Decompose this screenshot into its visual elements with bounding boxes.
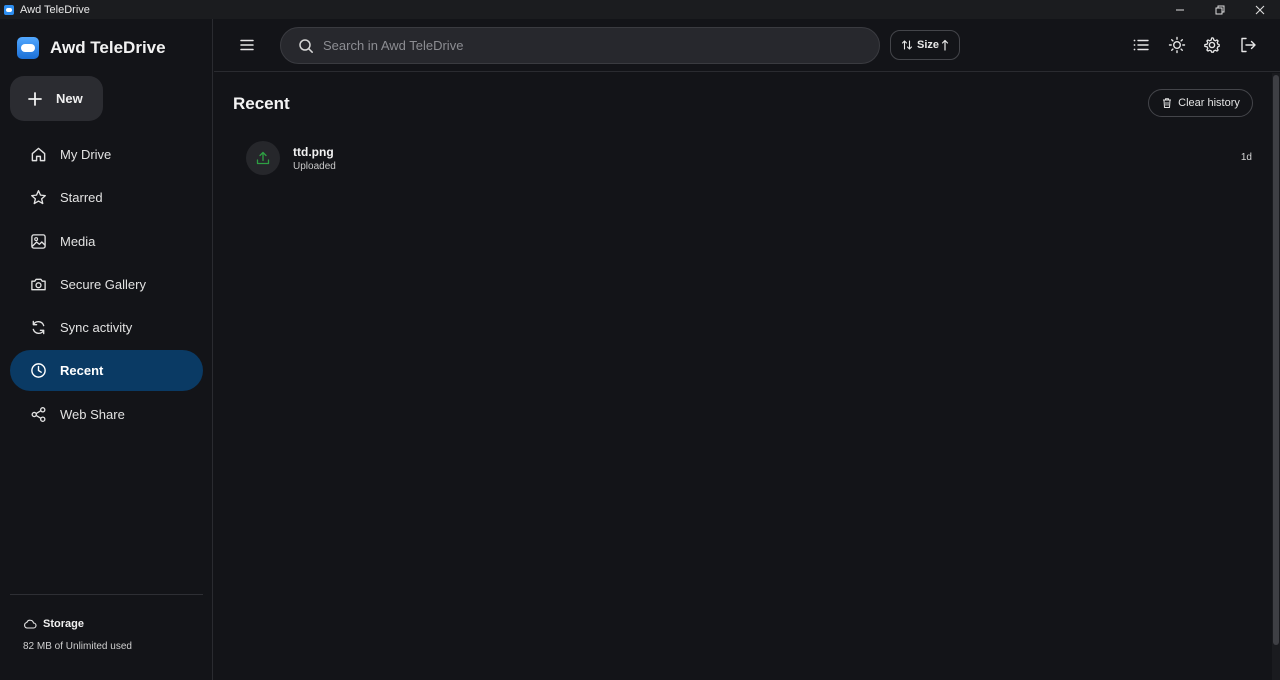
sidebar-item-label: Media	[60, 233, 96, 249]
restore-icon	[1215, 5, 1225, 14]
theme-toggle-button[interactable]	[1168, 36, 1186, 54]
logout-icon	[1240, 37, 1256, 53]
clear-history-label: Clear history	[1178, 97, 1240, 109]
brand-logo-icon	[17, 37, 39, 59]
storage-info: Storage 82 MB of Unlimited used	[23, 617, 132, 652]
search-bar[interactable]	[280, 27, 880, 64]
list-item-text: ttd.png Uploaded	[293, 145, 336, 172]
logout-button[interactable]	[1239, 36, 1257, 54]
top-bar: Size	[214, 19, 1280, 72]
sidebar-item-starred[interactable]: Starred	[10, 177, 203, 218]
app-icon	[4, 4, 14, 15]
settings-icon	[1204, 37, 1220, 53]
restore-button[interactable]	[1200, 0, 1240, 19]
arrow-up-icon	[941, 39, 949, 51]
minimize-button[interactable]	[1160, 0, 1200, 19]
home-icon	[31, 147, 46, 162]
sidebar-item-label: Web Share	[60, 406, 125, 422]
main-content: Recent Clear history ttd.png Uploaded 1d	[214, 73, 1272, 680]
sidebar-item-label: Recent	[60, 363, 104, 379]
scrollbar-thumb[interactable]	[1273, 75, 1279, 645]
clock-icon	[31, 363, 46, 379]
file-status: Uploaded	[293, 160, 336, 172]
file-name: ttd.png	[293, 144, 334, 159]
sidebar-item-media[interactable]: Media	[10, 221, 203, 262]
search-input[interactable]	[323, 38, 843, 53]
plus-icon	[28, 91, 42, 106]
camera-icon	[31, 278, 46, 291]
search-icon	[299, 38, 313, 53]
sidebar-item-label: Starred	[60, 190, 103, 206]
storage-usage-text: 82 MB of Unlimited used	[23, 641, 132, 652]
close-icon	[1255, 5, 1265, 14]
sidebar-item-secure-gallery[interactable]: Secure Gallery	[10, 264, 203, 305]
star-icon	[31, 190, 46, 205]
sort-button[interactable]: Size	[890, 30, 960, 60]
sidebar-item-my-drive[interactable]: My Drive	[10, 134, 203, 175]
sort-icon	[901, 40, 913, 50]
window-titlebar: Awd TeleDrive	[0, 0, 1280, 19]
storage-title: Storage	[43, 618, 84, 630]
storage-divider	[10, 594, 203, 595]
hamburger-menu-icon	[240, 39, 254, 51]
sidebar-item-label: My Drive	[60, 147, 112, 162]
sidebar-item-sync-activity[interactable]: Sync activity	[10, 307, 203, 348]
menu-button[interactable]	[238, 36, 256, 54]
list-view-icon	[1133, 39, 1149, 51]
close-button[interactable]	[1240, 0, 1280, 19]
scrollbar[interactable]	[1272, 73, 1280, 680]
sidebar-item-web-share[interactable]: Web Share	[10, 394, 203, 435]
sidebar-item-recent[interactable]: Recent	[10, 350, 203, 392]
sidebar-nav: My Drive Starred Media Secure Gallery Sy…	[10, 134, 203, 437]
sidebar: Awd TeleDrive New My Drive Starred Media…	[0, 19, 213, 680]
sync-icon	[32, 320, 45, 335]
toolbar-icons	[1132, 36, 1274, 54]
settings-button[interactable]	[1203, 36, 1221, 54]
sidebar-item-label: Secure Gallery	[60, 276, 146, 292]
clear-history-button[interactable]: Clear history	[1148, 89, 1253, 117]
cloud-icon	[24, 619, 37, 629]
theme-toggle-icon	[1168, 36, 1185, 54]
image-icon	[31, 233, 46, 249]
list-view-button[interactable]	[1132, 36, 1150, 54]
storage-header: Storage	[23, 617, 132, 631]
new-button[interactable]: New	[10, 76, 103, 121]
file-time: 1d	[1240, 152, 1252, 163]
upload-status-badge	[246, 141, 280, 175]
brand[interactable]: Awd TeleDrive	[17, 37, 166, 59]
sort-label: Size	[916, 39, 939, 51]
sidebar-item-label: Sync activity	[60, 320, 133, 336]
minimize-icon	[1176, 9, 1184, 10]
window-controls	[1160, 0, 1280, 19]
page-title: Recent	[233, 94, 290, 113]
trash-icon	[1163, 98, 1172, 108]
share-icon	[31, 406, 46, 422]
list-item[interactable]: ttd.png Uploaded 1d	[233, 135, 1258, 181]
new-button-label: New	[56, 91, 83, 106]
upload-icon	[256, 151, 270, 165]
window-title: Awd TeleDrive	[20, 3, 90, 16]
brand-name: Awd TeleDrive	[50, 38, 166, 57]
